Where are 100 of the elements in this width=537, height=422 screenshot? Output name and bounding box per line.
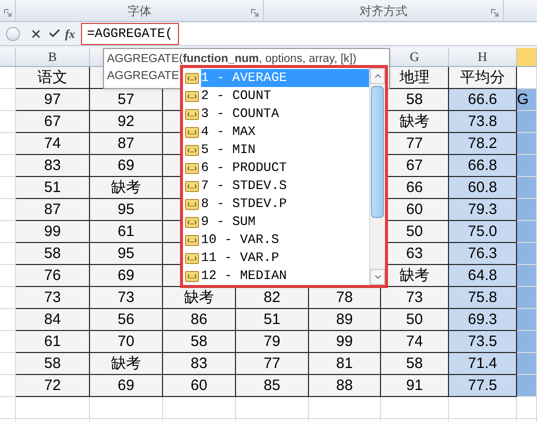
column-header[interactable]: B [16,48,90,66]
table-cell [517,309,537,331]
table-cell: 86 [163,309,236,331]
table-cell: 99 [16,221,90,243]
table-cell: 76.3 [449,243,517,265]
formula-field[interactable]: =AGGREGATE( [81,22,537,44]
table-cell: G [517,89,537,111]
table-cell [517,331,537,353]
table-cell [0,353,16,375]
cancel-icon[interactable] [30,28,42,40]
ribbon-group-label: 字体 [128,2,152,20]
autocomplete-item[interactable]: 7 - STDEV.S [185,177,369,195]
table-cell: 73 [90,287,163,309]
autocomplete-item[interactable]: 9 - SUM [185,213,369,231]
constant-icon [185,234,199,246]
table-cell: 74 [16,133,90,155]
constant-icon [185,216,199,228]
table-cell [517,111,537,133]
table-cell: 缺考 [90,353,163,375]
dialog-launcher-icon[interactable] [491,9,499,17]
table-cell: 61 [90,221,163,243]
scrollbar[interactable] [369,68,385,285]
constant-icon [185,270,199,282]
constant-icon [185,252,199,264]
constant-icon [185,144,199,156]
table-cell: 51 [236,309,309,331]
table-cell: 89 [309,309,381,331]
table-cell [0,89,16,111]
table-cell: 73 [16,287,90,309]
table-cell: 73.5 [449,331,517,353]
table-cell [517,375,537,397]
constant-icon [185,126,199,138]
scroll-thumb[interactable] [371,86,384,218]
table-cell [0,155,16,177]
table-cell: 50 [381,309,449,331]
table-cell: 74 [381,331,449,353]
table-cell [517,287,537,309]
autocomplete-item[interactable]: 4 - MAX [185,123,369,141]
table-cell: 69 [90,375,163,397]
table-cell: 79.3 [449,199,517,221]
table-cell [0,397,16,419]
table-cell [517,67,537,89]
table-cell: 91 [381,375,449,397]
table-cell [517,199,537,221]
table-cell [0,243,16,265]
table-cell: 79 [236,331,309,353]
table-cell: 75.0 [449,221,517,243]
table-cell: 83 [163,353,236,375]
table-cell: 缺考 [163,287,236,309]
table-cell [0,331,16,353]
table-cell: 61 [16,331,90,353]
enter-icon[interactable] [48,27,61,40]
table-cell: 语文 [16,67,90,89]
autocomplete-item[interactable]: 2 - COUNT [185,87,369,105]
autocomplete-item[interactable]: 10 - VAR.S [185,231,369,249]
table-cell: 78 [309,287,381,309]
autocomplete-item[interactable]: 8 - STDEV.P [185,195,369,213]
table-cell: 66.6 [449,89,517,111]
table-cell [517,133,537,155]
table-cell: 64.8 [449,265,517,287]
table-cell [0,265,16,287]
autocomplete-item[interactable]: 6 - PRODUCT [185,159,369,177]
constant-icon [185,90,199,102]
table-cell: 58 [163,331,236,353]
column-header[interactable]: H [449,48,517,66]
table-cell: 73 [381,287,449,309]
table-cell [0,111,16,133]
dialog-launcher-icon[interactable] [251,9,259,17]
table-cell: 97 [16,89,90,111]
dialog-launcher-icon[interactable] [4,9,12,17]
table-cell: 75.8 [449,287,517,309]
table-cell [0,309,16,331]
table-cell: 58 [16,243,90,265]
table-cell [517,397,537,419]
constant-icon [185,162,199,174]
table-cell: 平均分 [449,67,517,89]
table-cell: 84 [16,309,90,331]
autocomplete-item[interactable]: 12 - MEDIAN [185,267,369,285]
table-cell [517,265,537,287]
autocomplete-item[interactable]: 3 - COUNTA [185,105,369,123]
table-cell: 56 [90,309,163,331]
table-cell [517,177,537,199]
constant-icon [185,198,199,210]
table-cell: 57 [90,89,163,111]
insert-function-button[interactable]: fx [65,24,75,42]
table-cell [0,67,16,89]
table-cell [381,397,449,419]
autocomplete-item[interactable]: 11 - VAR.P [185,249,369,267]
constant-icon [185,72,199,84]
table-cell [517,155,537,177]
autocomplete-item[interactable]: 5 - MIN [185,141,369,159]
table-cell: 72 [16,375,90,397]
constant-icon [185,108,199,120]
table-cell: 95 [90,243,163,265]
table-cell: 77.5 [449,375,517,397]
table-cell: 81 [309,353,381,375]
name-box-dropdown[interactable] [6,26,20,40]
table-cell: 82 [236,287,309,309]
table-cell [449,397,517,419]
table-cell: 87 [90,133,163,155]
